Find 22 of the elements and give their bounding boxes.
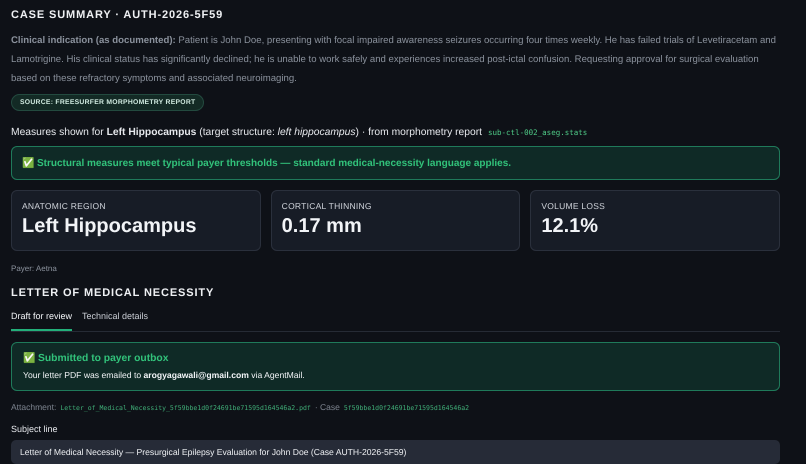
metric-label: CORTICAL THINNING (282, 201, 373, 211)
case-label: · Case (314, 402, 340, 412)
success-title: Submitted to payer outbox (38, 352, 168, 364)
metric-value: 0.17 mm (282, 215, 363, 238)
field-label: Subject line (11, 424, 59, 434)
metric-label: ANATOMIC REGION (22, 201, 107, 211)
check-icon: ✅ (23, 352, 35, 364)
metric-label: VOLUME LOSS (541, 201, 606, 211)
attachment-label: Attachment: (11, 402, 56, 412)
payer-text: Payer: Aetna (11, 264, 58, 273)
success-text: Your letter PDF was emailed to arogyagawali@gmail.com via AgentMail. (23, 370, 306, 380)
tab[interactable]: Draft for review (11, 311, 72, 331)
section-heading: LETTER OF MEDICAL NECESSITY (11, 287, 216, 299)
subject-field[interactable]: Letter of Medical Necessity — Presurgical Epilepsy Evaluation for John Doe (Case AUTH-2026-5F59) (11, 440, 780, 464)
measures-text: Measures shown for Left Hippocampus (target structure: left hippocampus) · from morphometry report (11, 127, 482, 138)
banner-text: Structural measures meet typical payer thresholds — standard medical-necessity language applies. (37, 158, 512, 168)
tab[interactable]: Technical details (82, 311, 148, 331)
metric-value: Left Hippocampus (22, 215, 198, 238)
clinical-indication: Clinical indication (as documented): Patient is John Doe, presenting with focal impaired awareness seizures occurring four times weekly. He has failed trials of Levetiracetam and Lamotrigine. His clinical status has significantly declined; he is unable to work safely and experiences increased post-ictal confusion. Requesting approval for surgical evaluation based on these refractory symptoms and associated neuroimaging. (11, 34, 777, 86)
metric-value: 12.1% (541, 215, 600, 238)
section-heading: CASE SUMMARY · AUTH-2026-5F59 (11, 9, 224, 21)
check-icon: ✅ (22, 157, 34, 169)
